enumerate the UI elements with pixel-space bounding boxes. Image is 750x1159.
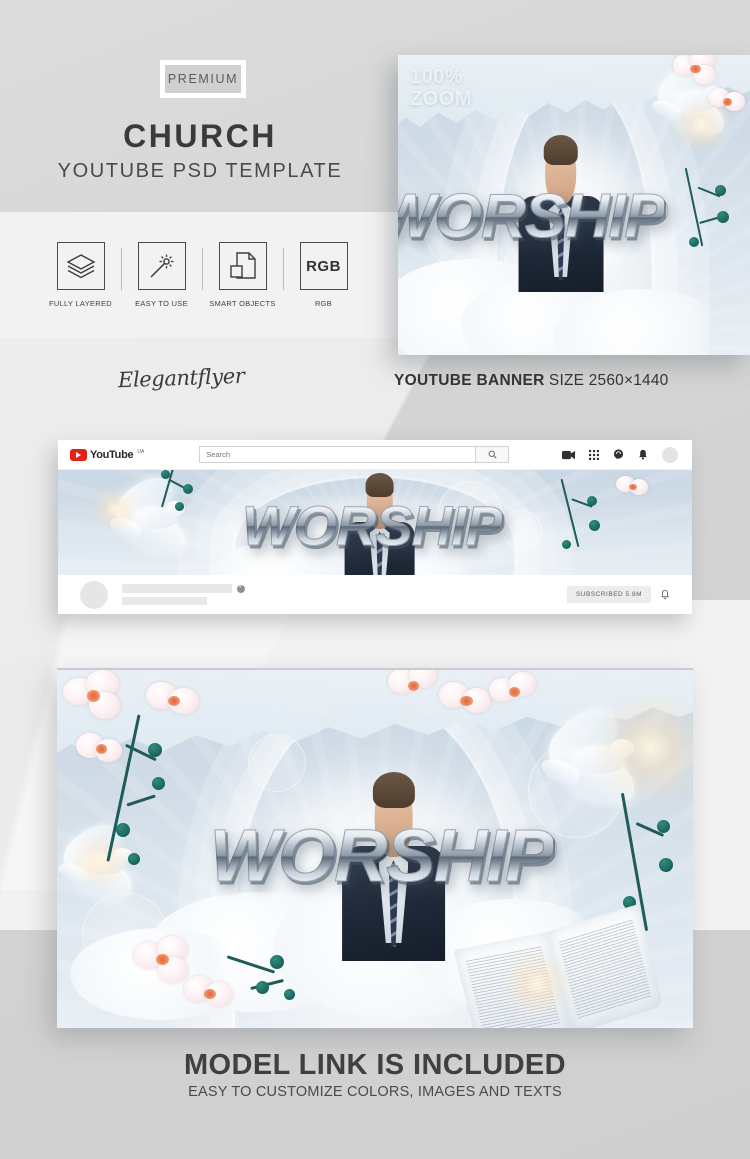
features-band: FULLY LAYERED EASY TO USE SMART OBJECTS … — [0, 212, 400, 338]
channel-banner-art: WORSHIP — [58, 470, 692, 575]
artwork-large: WORSHIP — [57, 670, 693, 1028]
feature-divider — [120, 248, 122, 290]
artwork-headline: WORSHIP — [209, 814, 555, 898]
feature-divider — [282, 248, 284, 290]
feature-smart-objects: SMART OBJECTS — [205, 242, 281, 308]
poster-page: PREMIUM CHURCH YOUTUBE PSD TEMPLATE FULL… — [0, 0, 750, 1159]
zoom-percent: 100% — [410, 66, 464, 88]
orchid-flower — [615, 472, 650, 502]
banner-size-label: YOUTUBE BANNER SIZE 2560×1440 — [394, 372, 669, 390]
youtube-region-label: UA — [137, 448, 145, 455]
channel-name-placeholder — [122, 582, 245, 605]
header: PREMIUM CHURCH YOUTUBE PSD TEMPLATE — [0, 0, 400, 212]
artwork-banner: WORSHIP — [58, 470, 692, 575]
bokeh-circle — [501, 509, 542, 550]
channel-info-row: SUBSCRIBED 5.8M — [58, 575, 692, 614]
feature-label: FULLY LAYERED — [49, 299, 112, 308]
banner-size: SIZE 2560×1440 — [548, 372, 669, 389]
feature-label: RGB — [314, 299, 333, 308]
magic-wand-icon — [149, 254, 173, 278]
banner-type: YOUTUBE BANNER — [394, 372, 545, 389]
feature-icon-box: RGB — [299, 242, 348, 290]
search-input[interactable] — [199, 446, 476, 463]
search-button[interactable] — [475, 446, 510, 463]
lens-flare — [89, 484, 138, 533]
search-icon — [488, 450, 497, 459]
apps-grid-icon[interactable] — [589, 449, 599, 460]
orchid-branch — [684, 163, 750, 263]
artwork-headline: WORSHIP — [241, 494, 503, 558]
feature-divider — [201, 248, 203, 290]
brand-logo: Elegantflyer — [117, 363, 245, 393]
orchid-branch — [106, 713, 218, 883]
artwork-zoom: WORSHIP 100% ZOOM — [398, 55, 750, 355]
channel-subtitle-bar — [122, 597, 207, 605]
zoom-level-label: 100% ZOOM — [410, 66, 472, 110]
layers-icon — [66, 254, 95, 279]
channel-title-bar — [122, 584, 232, 593]
search-bar[interactable] — [199, 446, 510, 463]
premium-badge-label: PREMIUM — [167, 72, 239, 86]
youtube-play-icon — [70, 448, 87, 461]
feature-icon-box — [137, 242, 186, 290]
feature-label: EASY TO USE — [135, 299, 188, 308]
page-title: CHURCH — [123, 118, 277, 154]
feature-easy-to-use: EASY TO USE — [124, 242, 200, 308]
orchid-flower — [707, 85, 748, 119]
orchid-branch — [222, 949, 312, 1019]
feature-icon-box — [56, 242, 105, 290]
zoom-word: ZOOM — [410, 87, 472, 110]
features-list: FULLY LAYERED EASY TO USE SMART OBJECTS … — [0, 212, 400, 338]
feature-fully-layered: FULLY LAYERED — [43, 242, 119, 308]
create-video-icon[interactable] — [562, 450, 575, 460]
youtube-logo[interactable]: YouTube UA — [70, 448, 145, 461]
footer-subline: EASY TO CUSTOMIZE COLORS, IMAGES AND TEX… — [188, 1084, 562, 1100]
orchid-branch — [159, 470, 219, 524]
account-avatar[interactable] — [662, 446, 678, 463]
channel-actions: SUBSCRIBED 5.8M — [566, 586, 670, 603]
notifications-bell-icon[interactable] — [638, 449, 648, 460]
youtube-mockup: YouTube UA Search WORSHIP ✓ SUBSCRIBED 5… — [58, 440, 692, 614]
messages-icon[interactable] — [613, 449, 624, 460]
rgb-icon: RGB — [306, 257, 341, 275]
youtube-action-icons — [562, 446, 680, 463]
feature-label: SMART OBJECTS — [209, 299, 276, 308]
notification-bell-icon[interactable] — [660, 589, 670, 600]
orchid-flower — [387, 670, 440, 709]
feature-rgb: RGB RGB — [286, 242, 362, 308]
subscribed-button[interactable]: SUBSCRIBED 5.8M — [566, 586, 651, 603]
orchid-flower — [672, 55, 719, 89]
feature-icon-box — [218, 242, 267, 290]
premium-badge: PREMIUM — [160, 60, 246, 98]
lens-flare — [502, 949, 573, 1020]
orchid-flower — [489, 670, 539, 714]
youtube-wordmark: YouTube — [90, 448, 134, 461]
artwork-headline: WORSHIP — [398, 181, 666, 252]
orchid-flower — [133, 935, 191, 985]
page-subtitle: YOUTUBE PSD TEMPLATE — [57, 160, 343, 182]
large-banner-preview: WORSHIP — [57, 668, 693, 1028]
verified-badge-icon — [237, 582, 245, 593]
zoom-preview-thumbnail: WORSHIP 100% ZOOM — [398, 55, 750, 355]
smart-objects-icon — [229, 252, 256, 279]
orchid-flower — [438, 677, 495, 725]
youtube-top-bar: YouTube UA — [58, 440, 692, 470]
channel-avatar[interactable] — [80, 580, 108, 609]
footer-headline: MODEL LINK IS INCLUDED — [183, 1049, 567, 1081]
bokeh-circle — [247, 734, 306, 793]
